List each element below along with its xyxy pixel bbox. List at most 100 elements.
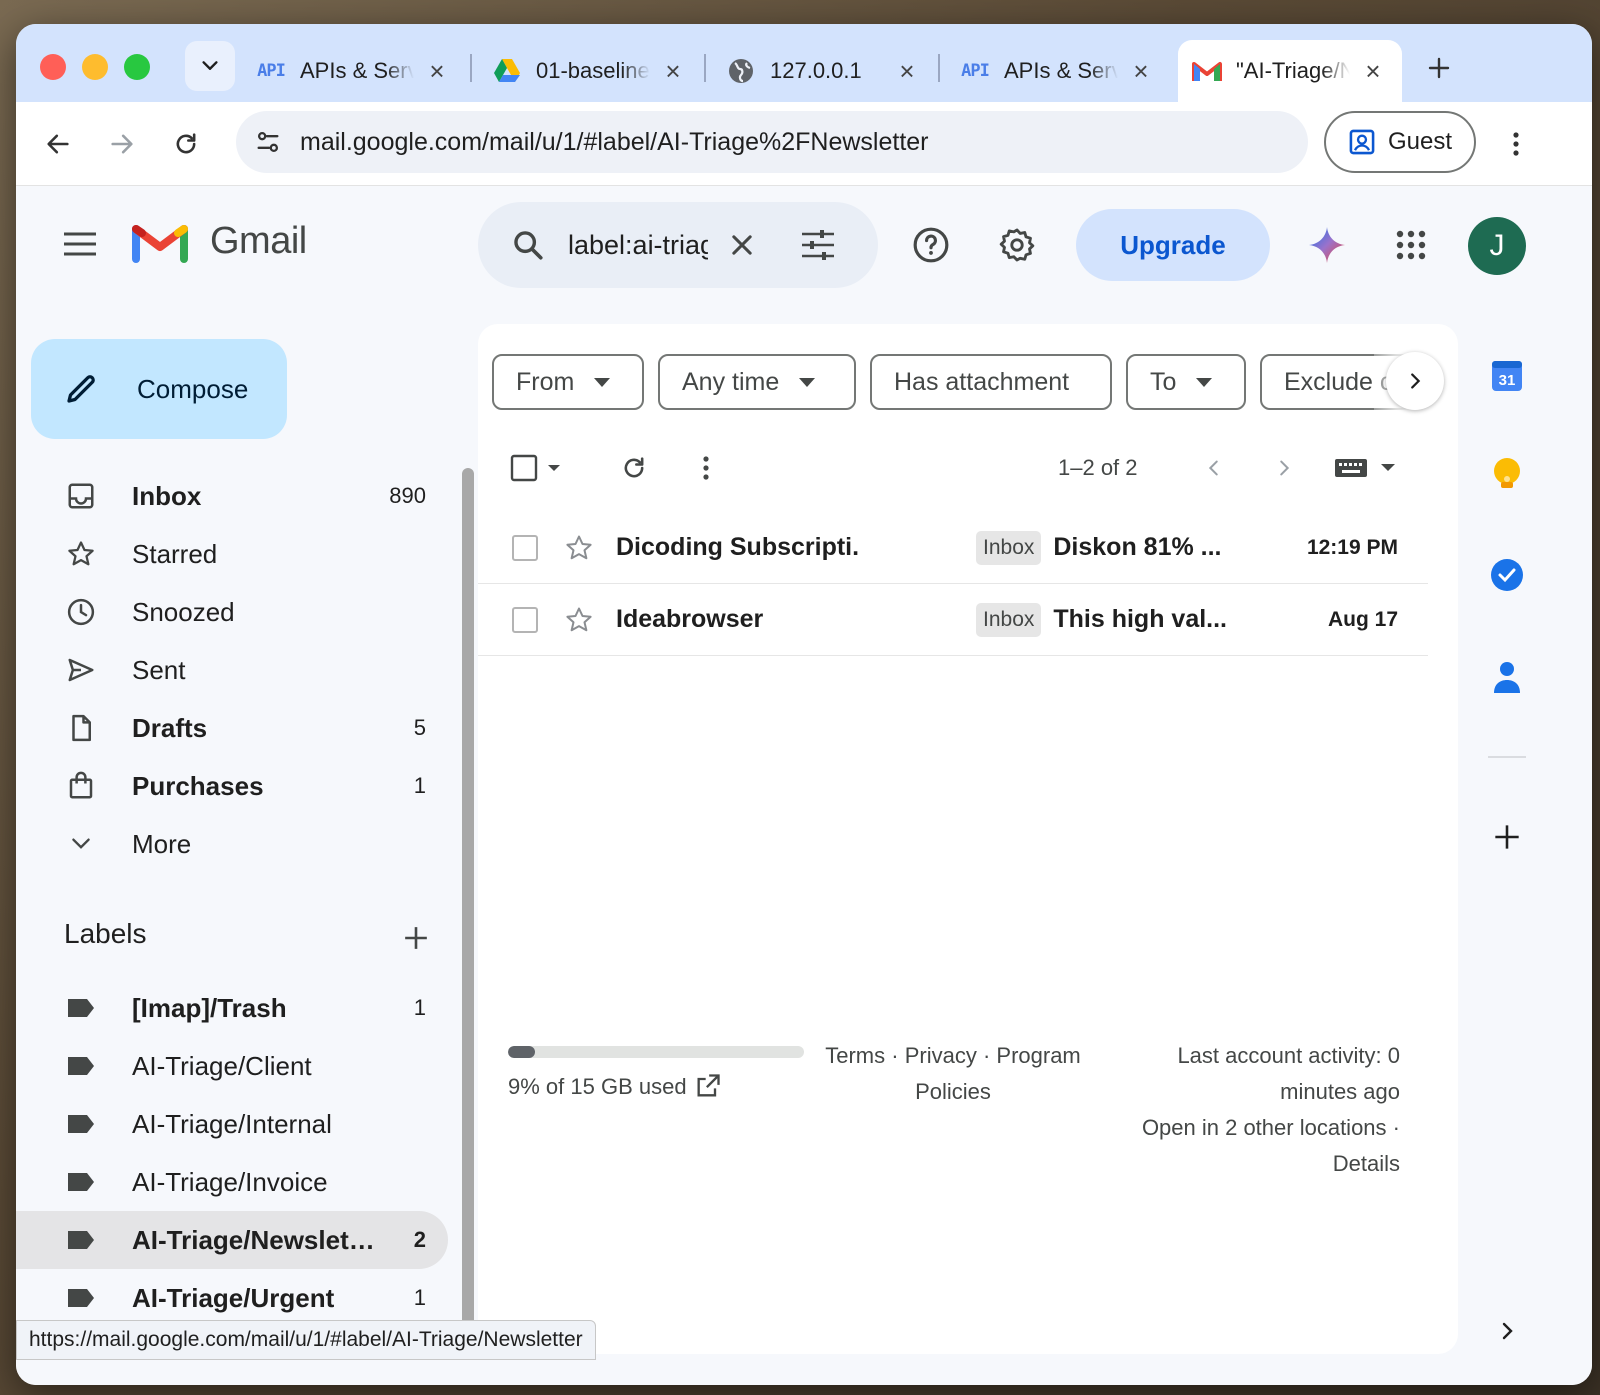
show-side-panel-button[interactable] xyxy=(1484,1308,1530,1354)
row-checkbox[interactable] xyxy=(512,534,538,561)
reload-button[interactable] xyxy=(166,124,206,164)
forward-button[interactable] xyxy=(102,124,142,164)
minimize-window-button[interactable] xyxy=(82,54,108,80)
nav-item-inbox[interactable]: Inbox 890 xyxy=(16,467,448,525)
clear-search-icon[interactable] xyxy=(722,225,762,265)
nav-item-drafts[interactable]: Drafts 5 xyxy=(16,699,448,757)
account-avatar[interactable]: J xyxy=(1468,217,1526,275)
newer-button[interactable] xyxy=(1194,448,1234,488)
settings-button[interactable] xyxy=(994,222,1040,268)
search-icon[interactable] xyxy=(508,225,548,265)
close-window-button[interactable] xyxy=(40,54,66,80)
filter-chip-any-time[interactable]: Any time xyxy=(658,354,856,410)
tab-gmail-active[interactable]: "AI-Triage/Newsletter" × xyxy=(1178,40,1402,102)
keep-app-button[interactable] xyxy=(1484,452,1530,498)
nav-item-more[interactable]: More xyxy=(16,815,448,873)
nav-item-snoozed[interactable]: Snoozed xyxy=(16,583,448,641)
filter-chip-from[interactable]: From xyxy=(492,354,644,410)
filter-chip-to[interactable]: To xyxy=(1126,354,1246,410)
tab-close-icon[interactable]: × xyxy=(892,56,922,86)
upgrade-button[interactable]: Upgrade xyxy=(1076,209,1270,281)
email-row[interactable]: Dicoding Subscripti. Inbox Diskon 81% ..… xyxy=(478,512,1428,584)
tasks-app-button[interactable] xyxy=(1484,552,1530,598)
gmail-logo[interactable]: Gmail xyxy=(132,219,307,263)
tab-strip: API APIs & Services × 01-baseline × 127.… xyxy=(16,24,1592,102)
label-item-internal[interactable]: AI-Triage/Internal xyxy=(16,1095,448,1153)
star-outline-icon[interactable] xyxy=(562,603,596,637)
refresh-button[interactable] xyxy=(614,448,654,488)
tab-apis-services-2[interactable]: API APIs & Services × xyxy=(946,40,1170,102)
label-name: [Imap]/Trash xyxy=(132,992,287,1023)
email-sender: Ideabrowser xyxy=(616,605,764,633)
chips-scroll-right-button[interactable] xyxy=(1386,352,1444,410)
calendar-app-button[interactable]: 31 xyxy=(1484,352,1530,398)
tab-close-icon[interactable]: × xyxy=(1358,56,1388,86)
compose-button[interactable]: Compose xyxy=(31,339,287,439)
tab-apis-services-1[interactable]: API APIs & Services × xyxy=(242,40,466,102)
tab-close-icon[interactable]: × xyxy=(658,56,688,86)
label-item-invoice[interactable]: AI-Triage/Invoice xyxy=(16,1153,448,1211)
tab-title: 01-baseline xyxy=(536,58,650,83)
email-sender: Dicoding Subscripti. xyxy=(616,533,860,561)
label-item-newsletter[interactable]: AI-Triage/Newsletter 2 xyxy=(16,1211,448,1269)
nav-item-sent[interactable]: Sent xyxy=(16,641,448,699)
gmail-wordmark: Gmail xyxy=(210,219,307,262)
back-button[interactable] xyxy=(38,124,78,164)
row-checkbox[interactable] xyxy=(512,606,538,633)
person-badge-icon xyxy=(1349,129,1375,155)
tab-separator xyxy=(938,54,940,82)
add-label-button[interactable] xyxy=(396,918,436,958)
api-badge-icon: API xyxy=(961,61,990,81)
label-item-imap-trash[interactable]: [Imap]/Trash 1 xyxy=(16,979,448,1037)
filter-chip-has-attachment[interactable]: Has attachment xyxy=(870,354,1112,410)
star-outline-icon[interactable] xyxy=(562,531,596,565)
contacts-app-button[interactable] xyxy=(1484,654,1530,700)
more-actions-button[interactable] xyxy=(686,448,726,488)
profile-button[interactable]: Guest xyxy=(1324,111,1476,173)
chevron-right-icon xyxy=(1502,1322,1513,1340)
contacts-icon xyxy=(1494,662,1520,693)
privacy-link[interactable]: Privacy xyxy=(905,1043,977,1068)
chip-label: Has attachment xyxy=(894,367,1070,396)
email-date: 12:19 PM xyxy=(1306,535,1398,559)
tab-close-icon[interactable]: × xyxy=(1126,56,1156,86)
tab-01-baseline[interactable]: 01-baseline × xyxy=(478,40,702,102)
input-tools-button[interactable] xyxy=(1332,448,1404,488)
calendar-icon: 31 xyxy=(1492,361,1522,391)
plus-icon xyxy=(1428,57,1450,79)
address-bar[interactable]: mail.google.com/mail/u/1/#label/AI-Triag… xyxy=(236,111,1308,173)
label-item-urgent[interactable]: AI-Triage/Urgent 1 xyxy=(16,1269,448,1327)
get-addons-button[interactable] xyxy=(1484,814,1530,860)
details-link[interactable]: Details xyxy=(1333,1151,1400,1176)
chevron-right-icon xyxy=(1280,460,1290,476)
label-tag-icon xyxy=(64,1165,98,1199)
tab-localhost[interactable]: 127.0.0.1 × xyxy=(712,40,936,102)
email-row[interactable]: Ideabrowser Inbox This high val... Aug 1… xyxy=(478,584,1428,656)
label-item-client[interactable]: AI-Triage/Client xyxy=(16,1037,448,1095)
sidebar-scrollbar[interactable] xyxy=(462,468,474,1340)
tab-title: "AI-Triage/Newsletter" xyxy=(1236,58,1350,83)
older-button[interactable] xyxy=(1264,448,1304,488)
google-apps-button[interactable] xyxy=(1388,222,1434,268)
gemini-button[interactable] xyxy=(1304,222,1350,268)
browser-menu-button[interactable] xyxy=(1498,124,1534,164)
chip-label: Any time xyxy=(682,367,780,396)
tab-search-button[interactable] xyxy=(185,41,235,91)
tab-separator xyxy=(704,54,706,82)
select-all-checkbox[interactable] xyxy=(508,448,568,488)
external-link-icon[interactable] xyxy=(692,1070,724,1102)
main-menu-button[interactable] xyxy=(58,222,102,266)
draft-icon xyxy=(64,711,98,745)
maximize-window-button[interactable] xyxy=(124,54,150,80)
api-badge-icon: API xyxy=(257,61,286,81)
label-count: 1 xyxy=(413,995,426,1020)
terms-link[interactable]: Terms xyxy=(825,1043,885,1068)
nav-item-purchases[interactable]: Purchases 1 xyxy=(16,757,448,815)
search-input[interactable] xyxy=(568,229,708,261)
nav-item-starred[interactable]: Starred xyxy=(16,525,448,583)
search-options-icon[interactable] xyxy=(796,223,840,267)
help-button[interactable] xyxy=(908,222,954,268)
tab-close-icon[interactable]: × xyxy=(422,56,452,86)
site-info-icon[interactable] xyxy=(248,122,288,162)
new-tab-button[interactable] xyxy=(1419,48,1459,88)
